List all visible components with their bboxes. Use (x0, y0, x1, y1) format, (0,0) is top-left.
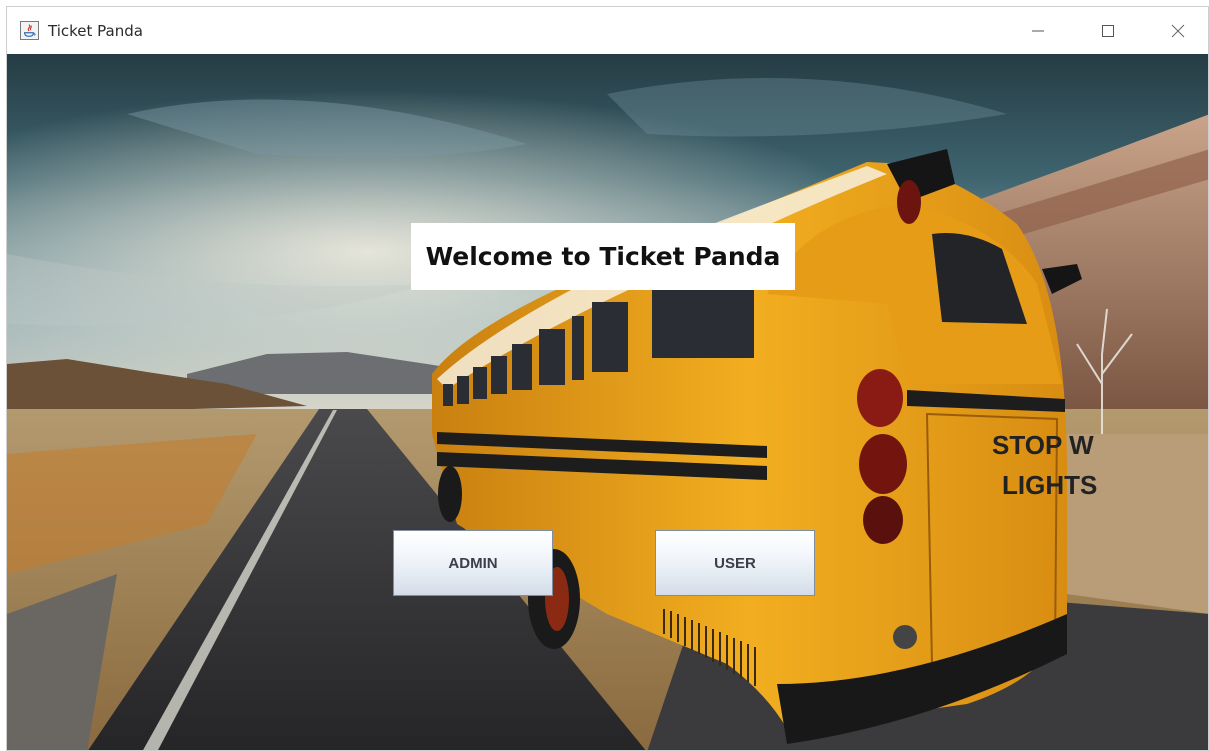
welcome-label: Welcome to Ticket Panda (411, 223, 795, 290)
user-button[interactable]: USER (655, 530, 815, 596)
window-title: Ticket Panda (48, 22, 143, 40)
maximize-icon (1102, 24, 1114, 37)
svg-text:LIGHTS: LIGHTS (1002, 470, 1097, 500)
maximize-button[interactable] (1085, 7, 1131, 54)
close-button[interactable] (1155, 7, 1201, 54)
school-bus-background-image: STOP W LIGHTS (7, 54, 1208, 750)
app-window: Ticket Panda STOP W LIGHTS Welcome to Ti… (6, 6, 1209, 751)
background-scene: STOP W LIGHTS Welcome to Ticket Panda AD… (7, 54, 1208, 750)
title-bar[interactable]: Ticket Panda (7, 7, 1208, 54)
svg-text:STOP W: STOP W (992, 430, 1094, 460)
java-app-icon (20, 21, 39, 40)
minimize-button[interactable] (1015, 7, 1061, 54)
close-icon (1171, 24, 1185, 37)
admin-button[interactable]: ADMIN (393, 530, 553, 596)
minimize-icon (1032, 30, 1044, 31)
